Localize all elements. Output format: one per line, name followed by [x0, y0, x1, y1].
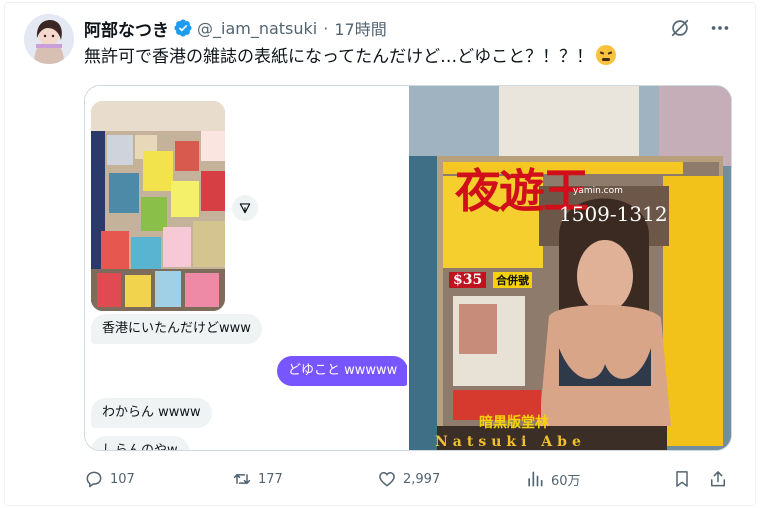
dm-screenshot-image[interactable]: 香港にいたんだけどwww どゆこと wwwww わからん wwww しらんのやw: [85, 86, 409, 450]
verified-badge-icon: [173, 18, 193, 38]
dm-share-icon[interactable]: [232, 195, 258, 221]
bookmark-button[interactable]: [672, 466, 692, 492]
tweet-text-body: 無許可で香港の雑誌の表紙になってたんだけど…どゆこと？！？！: [84, 47, 594, 67]
dm-message-incoming: わからん wwww: [91, 398, 212, 428]
magazine-issue: 合併號: [493, 272, 532, 288]
grok-icon[interactable]: [668, 16, 692, 40]
magazine-cover-image[interactable]: 夜遊王 yamin.com 1509-1312 $35 合併號 暗黒版堂林 Na…: [409, 86, 731, 450]
views-button[interactable]: 60万: [525, 466, 581, 492]
bookmark-icon: [672, 469, 692, 489]
magazine-cover-name: Natsuki Abe: [435, 434, 586, 450]
author-display-name[interactable]: 阿部なつき: [84, 16, 169, 41]
retweet-button[interactable]: 177: [232, 466, 283, 492]
share-button[interactable]: [708, 466, 728, 492]
magazine-price: $35: [449, 272, 487, 288]
magazine-url: yamin.com: [573, 186, 623, 196]
dm-message-outgoing: どゆこと wwwww: [277, 356, 407, 386]
more-icon[interactable]: [708, 16, 732, 40]
retweet-count: 177: [258, 471, 283, 487]
dm-photo-thumbnail: [91, 101, 225, 311]
magazine-subtitle: 暗黒版堂林: [479, 415, 549, 431]
reply-count: 107: [110, 471, 135, 487]
reply-icon: [84, 469, 104, 489]
tweet-top-actions: [668, 16, 732, 40]
like-icon: [377, 469, 397, 489]
like-button[interactable]: 2,997: [377, 466, 440, 492]
like-count: 2,997: [403, 471, 441, 487]
views-icon: [525, 469, 545, 489]
views-count: 60万: [551, 473, 581, 489]
dm-message-incoming: しらんのやw: [91, 436, 189, 450]
share-icon: [708, 469, 728, 489]
magazine-number: 1509-1312: [559, 202, 668, 226]
separator-dot: ·: [323, 18, 329, 38]
tweet-action-bar: 107 177 2,997 60万: [84, 466, 732, 492]
magazine-photo: [409, 86, 731, 450]
author-handle[interactable]: @_iam_natsuki: [197, 19, 317, 38]
tweet-media[interactable]: 香港にいたんだけどwww どゆこと wwwww わからん wwww しらんのやw: [84, 85, 732, 451]
tweet-header: 阿部なつき @_iam_natsuki · 17時間: [84, 16, 387, 41]
retweet-icon: [232, 469, 252, 489]
dm-message-incoming: 香港にいたんだけどwww: [91, 314, 262, 344]
tweet-timestamp[interactable]: 17時間: [334, 16, 386, 40]
angry-face-emoji-icon: [596, 45, 617, 65]
avatar[interactable]: [24, 14, 74, 64]
tweet-text: 無許可で香港の雑誌の表紙になってたんだけど…どゆこと？！？！: [84, 45, 617, 68]
reply-button[interactable]: 107: [84, 466, 135, 492]
